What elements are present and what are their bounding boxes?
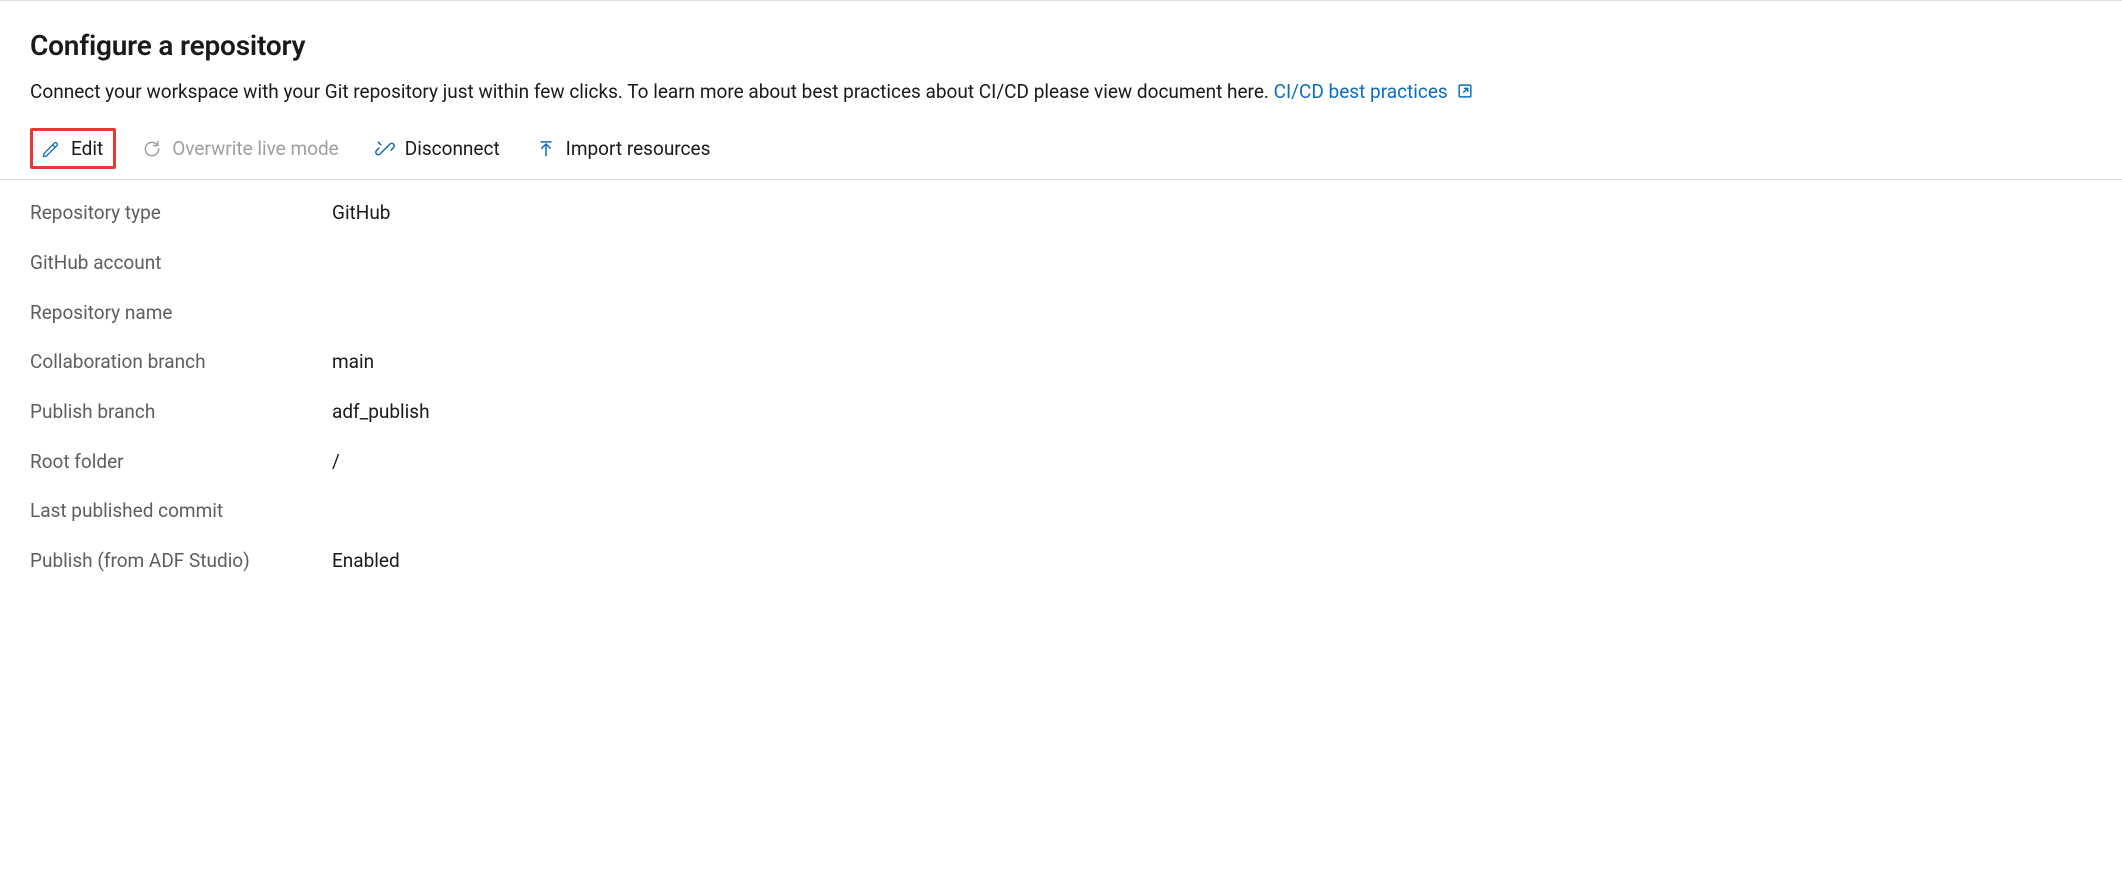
cicd-link-label: CI/CD best practices (1274, 80, 1448, 103)
import-resources-button[interactable]: Import resources (528, 131, 721, 166)
detail-label: Repository type (30, 200, 328, 226)
detail-label: GitHub account (30, 250, 328, 276)
detail-label: Publish branch (30, 399, 328, 425)
overwrite-label: Overwrite live mode (172, 137, 339, 160)
detail-value-repository-type: GitHub (332, 200, 2092, 226)
import-label: Import resources (566, 137, 711, 160)
edit-label: Edit (71, 137, 103, 160)
detail-label: Collaboration branch (30, 349, 328, 375)
import-icon (536, 139, 556, 159)
detail-value-collab-branch: main (332, 349, 2092, 375)
refresh-icon (142, 139, 162, 159)
detail-value-root-folder: / (332, 449, 2092, 475)
external-link-icon (1456, 81, 1474, 107)
detail-value-last-commit (332, 498, 2092, 524)
disconnect-label: Disconnect (405, 137, 500, 160)
overwrite-live-mode-button[interactable]: Overwrite live mode (134, 131, 349, 166)
disconnect-button[interactable]: Disconnect (367, 131, 510, 166)
detail-value-publish-adf: Enabled (332, 548, 2092, 574)
page-title: Configure a repository (30, 27, 2092, 65)
page-subtitle: Connect your workspace with your Git rep… (30, 80, 1269, 103)
detail-value-github-account (332, 250, 2092, 276)
edit-button[interactable]: Edit (39, 133, 105, 164)
detail-value-publish-branch: adf_publish (332, 399, 2092, 425)
detail-label: Last published commit (30, 498, 328, 524)
detail-value-repository-name (332, 300, 2092, 326)
detail-label: Publish (from ADF Studio) (30, 548, 328, 574)
detail-label: Repository name (30, 300, 328, 326)
repository-details: Repository type GitHub GitHub account Re… (30, 200, 2092, 573)
toolbar: Edit Overwrite live mode Disc (0, 128, 2122, 180)
detail-label: Root folder (30, 449, 328, 475)
cicd-best-practices-link[interactable]: CI/CD best practices (1274, 80, 1475, 103)
page-subtitle-row: Connect your workspace with your Git rep… (30, 79, 2092, 107)
disconnect-icon (375, 139, 395, 159)
configure-repository-page: Configure a repository Connect your work… (0, 0, 2122, 614)
edit-highlight: Edit (30, 128, 116, 169)
pencil-icon (41, 139, 61, 159)
